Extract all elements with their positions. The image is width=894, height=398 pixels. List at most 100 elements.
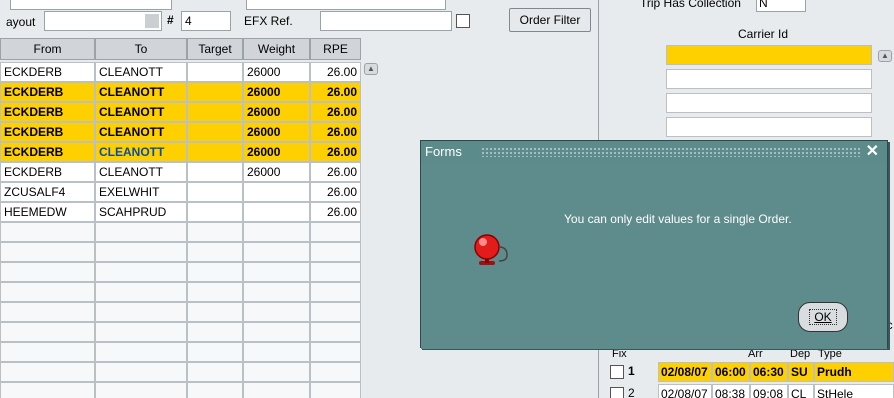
grid-cell-rpe[interactable] <box>310 342 361 362</box>
trip-cell-type[interactable]: SU <box>788 362 814 382</box>
grid-cell-weight[interactable]: 26000 <box>243 142 310 162</box>
grid-cell-from[interactable] <box>0 222 95 242</box>
grid-cell-target[interactable] <box>187 322 243 342</box>
grid-cell-rpe[interactable] <box>310 382 361 398</box>
grid-cell-to[interactable]: SCAHPRUD <box>95 202 187 222</box>
top-field-left[interactable] <box>10 0 172 10</box>
grid-cell-to[interactable] <box>95 222 187 242</box>
trip-cell-place[interactable]: StHele <box>814 384 894 398</box>
grid-cell-target[interactable] <box>187 182 243 202</box>
grid-cell-weight[interactable] <box>243 382 310 398</box>
grid-cell-target[interactable] <box>187 382 243 398</box>
grid-cell-rpe[interactable]: 26.00 <box>310 162 361 182</box>
grid-cell-from[interactable] <box>0 242 95 262</box>
trip-cell-arr[interactable]: 08:38 <box>712 384 750 398</box>
top-field-mid[interactable] <box>246 0 446 10</box>
grid-cell-weight[interactable] <box>243 322 310 342</box>
grid-cell-to[interactable] <box>95 302 187 322</box>
grid-cell-weight[interactable] <box>243 282 310 302</box>
grid-cell-target[interactable] <box>187 82 243 102</box>
layout-field[interactable] <box>44 11 162 31</box>
grid-scroll-up[interactable]: ▲ <box>364 63 378 75</box>
grid-cell-weight[interactable] <box>243 362 310 382</box>
grid-cell-target[interactable] <box>187 62 243 82</box>
grid-cell-weight[interactable]: 26000 <box>243 62 310 82</box>
grid-cell-from[interactable] <box>0 382 95 398</box>
grid-cell-weight[interactable]: 26000 <box>243 122 310 142</box>
carrier-id-row[interactable] <box>666 69 872 89</box>
trip-row-checkbox[interactable] <box>610 365 624 379</box>
layout-lov-button[interactable] <box>145 14 159 28</box>
grid-cell-to[interactable] <box>95 282 187 302</box>
grid-cell-rpe[interactable] <box>310 362 361 382</box>
grid-cell-weight[interactable]: 26000 <box>243 82 310 102</box>
grid-cell-from[interactable]: ECKDERB <box>0 162 95 182</box>
grid-cell-target[interactable] <box>187 282 243 302</box>
grid-cell-rpe[interactable]: 26.00 <box>310 202 361 222</box>
grid-cell-from[interactable]: ECKDERB <box>0 122 95 142</box>
grid-cell-rpe[interactable] <box>310 282 361 302</box>
grid-cell-to[interactable]: CLEANOTT <box>95 62 187 82</box>
carrier-id-row[interactable] <box>666 117 872 137</box>
grid-cell-from[interactable]: ECKDERB <box>0 62 95 82</box>
trip-row-checkbox[interactable] <box>610 387 624 398</box>
hash-field[interactable]: 4 <box>181 11 231 31</box>
grid-cell-weight[interactable]: 26000 <box>243 102 310 122</box>
grid-cell-target[interactable] <box>187 342 243 362</box>
efx-ref-field[interactable] <box>320 11 452 31</box>
grid-cell-weight[interactable] <box>243 302 310 322</box>
grid-cell-rpe[interactable] <box>310 302 361 322</box>
grid-cell-weight[interactable] <box>243 182 310 202</box>
grid-cell-from[interactable]: ECKDERB <box>0 102 95 122</box>
trip-cell-date[interactable]: 02/08/07 <box>658 384 712 398</box>
grid-cell-target[interactable] <box>187 102 243 122</box>
grid-cell-rpe[interactable] <box>310 222 361 242</box>
grid-cell-weight[interactable] <box>243 342 310 362</box>
grid-cell-weight[interactable] <box>243 222 310 242</box>
grid-cell-from[interactable] <box>0 282 95 302</box>
order-filter-button[interactable]: Order Filter <box>509 8 591 32</box>
grid-cell-target[interactable] <box>187 222 243 242</box>
trip-cell-no[interactable]: 1 <box>626 362 656 382</box>
trip-cell-place[interactable]: Prudh <box>814 362 894 382</box>
grid-cell-weight[interactable] <box>243 262 310 282</box>
trip-collection-field[interactable]: N <box>756 0 806 12</box>
grid-cell-to[interactable]: CLEANOTT <box>95 122 187 142</box>
grid-cell-from[interactable] <box>0 362 95 382</box>
grid-cell-to[interactable]: CLEANOTT <box>95 102 187 122</box>
col-header-target[interactable]: Target <box>187 38 243 60</box>
grid-cell-to[interactable]: CLEANOTT <box>95 142 187 162</box>
col-header-to[interactable]: To <box>95 38 187 60</box>
trip-cell-dep[interactable]: 06:30 <box>750 362 788 382</box>
grid-cell-rpe[interactable] <box>310 242 361 262</box>
grid-cell-from[interactable] <box>0 302 95 322</box>
grid-cell-rpe[interactable] <box>310 322 361 342</box>
col-header-rpe[interactable]: RPE <box>310 38 361 60</box>
efx-checkbox[interactable] <box>456 14 470 28</box>
grid-cell-target[interactable] <box>187 242 243 262</box>
grid-cell-from[interactable] <box>0 262 95 282</box>
grid-cell-rpe[interactable]: 26.00 <box>310 82 361 102</box>
grid-cell-from[interactable] <box>0 322 95 342</box>
grid-cell-from[interactable]: ZCUSALF4 <box>0 182 95 202</box>
grid-cell-weight[interactable]: 26000 <box>243 162 310 182</box>
grid-cell-from[interactable]: ECKDERB <box>0 82 95 102</box>
close-icon[interactable]: ✕ <box>866 142 879 162</box>
grid-cell-rpe[interactable]: 26.00 <box>310 122 361 142</box>
grid-cell-rpe[interactable]: 26.00 <box>310 142 361 162</box>
grid-cell-target[interactable] <box>187 302 243 322</box>
grid-cell-target[interactable] <box>187 362 243 382</box>
grid-cell-rpe[interactable]: 26.00 <box>310 62 361 82</box>
grid-cell-to[interactable]: EXELWHIT <box>95 182 187 202</box>
carrier-scroll-up[interactable]: ▲ <box>878 50 892 62</box>
col-header-weight[interactable]: Weight <box>243 38 310 60</box>
grid-cell-target[interactable] <box>187 262 243 282</box>
grid-cell-weight[interactable] <box>243 242 310 262</box>
grid-cell-rpe[interactable]: 26.00 <box>310 182 361 202</box>
trip-cell-arr[interactable]: 06:00 <box>712 362 750 382</box>
grid-cell-to[interactable] <box>95 322 187 342</box>
grid-cell-target[interactable] <box>187 162 243 182</box>
ok-button[interactable]: OK <box>798 302 848 332</box>
grid-cell-to[interactable]: CLEANOTT <box>95 162 187 182</box>
grid-cell-from[interactable]: ECKDERB <box>0 142 95 162</box>
